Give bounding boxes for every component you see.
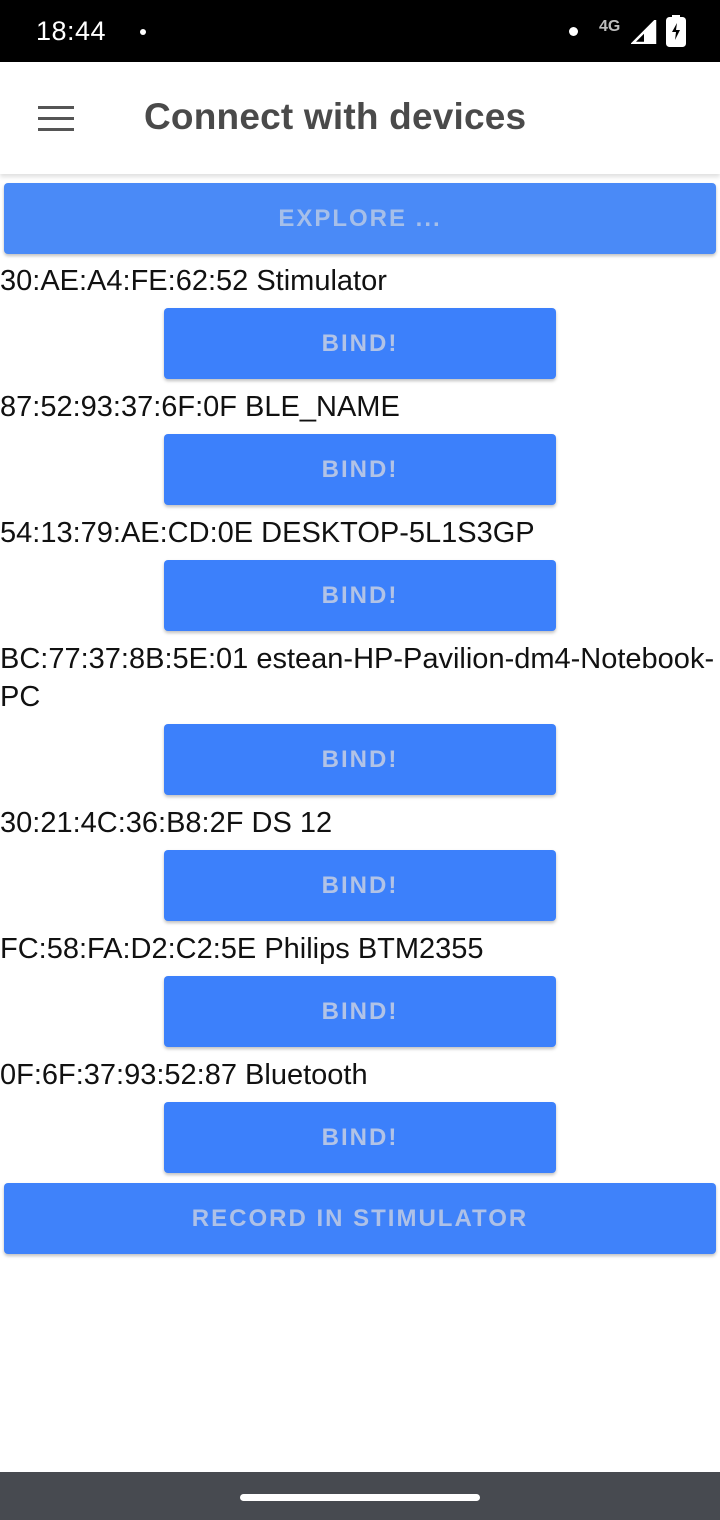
home-gesture-handle[interactable] — [240, 1494, 480, 1501]
hamburger-menu-icon[interactable] — [38, 106, 74, 131]
page-title: Connect with devices — [144, 96, 527, 137]
bind-button[interactable]: BIND! — [164, 434, 556, 505]
status-dot-icon — [569, 27, 578, 36]
navigation-bar — [0, 1472, 720, 1520]
bind-button[interactable]: BIND! — [164, 724, 556, 795]
app-root: 18:44 4G Connect with devices EXPLORE ..… — [0, 0, 720, 1520]
app-bar: Connect with devices — [0, 62, 720, 174]
bind-button[interactable]: BIND! — [164, 976, 556, 1047]
device-label: 30:AE:A4:FE:62:52 Stimulator — [0, 265, 387, 297]
record-in-stimulator-button[interactable]: RECORD IN STIMULATOR — [4, 1183, 716, 1254]
notification-dot-icon — [140, 29, 146, 35]
device-label: 87:52:93:37:6F:0F BLE_NAME — [0, 391, 400, 423]
bind-button[interactable]: BIND! — [164, 560, 556, 631]
signal-icon — [631, 20, 657, 44]
device-label: 0F:6F:37:93:52:87 Bluetooth — [0, 1059, 368, 1091]
device-label: 54:13:79:AE:CD:0E DESKTOP-5L1S3GP — [0, 517, 535, 549]
bind-button[interactable]: BIND! — [164, 850, 556, 921]
device-label: 30:21:4C:36:B8:2F DS 12 — [0, 807, 333, 839]
status-time: 18:44 — [36, 16, 107, 46]
bind-button[interactable]: BIND! — [164, 1102, 556, 1173]
explore-button[interactable]: EXPLORE ... — [4, 183, 716, 254]
device-label: FC:58:FA:D2:C2:5E Philips BTM2355 — [0, 933, 484, 965]
status-bar: 18:44 4G — [0, 0, 720, 62]
bind-button[interactable]: BIND! — [164, 308, 556, 379]
network-type-label: 4G — [599, 18, 621, 35]
battery-icon — [666, 15, 686, 47]
device-label: BC:77:37:8B:5E:01 estean-HP-Pavilion-dm4… — [0, 643, 715, 713]
